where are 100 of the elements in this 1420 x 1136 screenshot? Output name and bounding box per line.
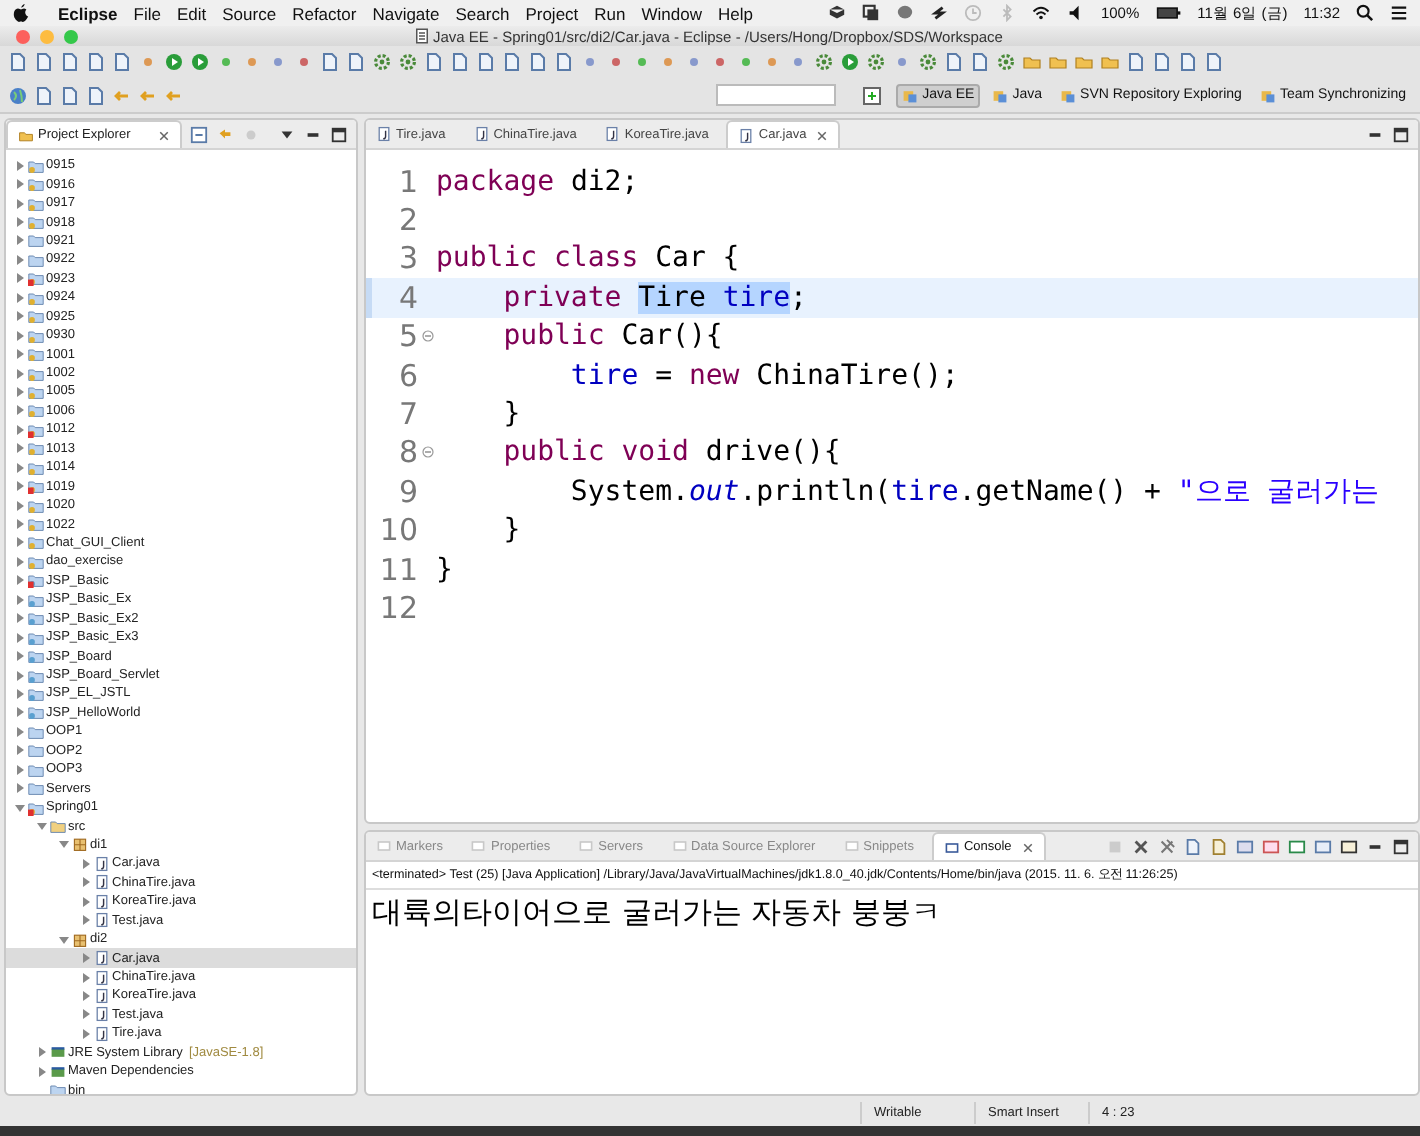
dot-icon[interactable]	[684, 52, 704, 72]
dot-icon[interactable]	[242, 52, 262, 72]
expand-arrow-icon[interactable]	[14, 499, 26, 512]
dot-icon[interactable]	[788, 52, 808, 72]
speaker-icon[interactable]	[1066, 4, 1085, 22]
expand-arrow-icon[interactable]	[14, 348, 26, 361]
clear-console-icon[interactable]	[1184, 837, 1202, 855]
open-perspective-icon[interactable]	[862, 85, 883, 105]
expand-arrow-icon[interactable]	[14, 650, 26, 663]
dot-icon[interactable]	[632, 52, 652, 72]
menu-item[interactable]: Navigate	[372, 3, 440, 23]
expand-arrow-icon[interactable]	[14, 234, 26, 247]
view-menu-icon[interactable]	[278, 125, 296, 143]
expand-arrow-icon[interactable]	[14, 367, 26, 380]
play-icon[interactable]	[164, 52, 184, 72]
dot-icon[interactable]	[580, 52, 600, 72]
expand-arrow-icon[interactable]	[58, 838, 70, 851]
search-icon[interactable]	[1356, 4, 1374, 22]
expand-arrow-icon[interactable]	[14, 329, 26, 342]
dot-icon[interactable]	[736, 52, 756, 72]
expand-arrow-icon[interactable]	[80, 876, 92, 889]
menu-item[interactable]: Window	[641, 3, 702, 23]
maximize-icon[interactable]	[330, 125, 348, 143]
dot-icon[interactable]	[710, 52, 730, 72]
arrow-icon[interactable]	[138, 85, 158, 105]
dot-icon[interactable]	[216, 52, 236, 72]
collapse-all-icon[interactable]	[190, 125, 209, 143]
menu-item[interactable]: Edit	[176, 3, 207, 23]
expand-arrow-icon[interactable]	[14, 631, 26, 644]
quick-access-field[interactable]	[716, 84, 837, 106]
expand-arrow-icon[interactable]	[14, 480, 26, 493]
expand-arrow-icon[interactable]	[14, 291, 26, 304]
expand-arrow-icon[interactable]	[14, 763, 26, 776]
dot-icon[interactable]	[138, 52, 158, 72]
expand-arrow-icon[interactable]	[80, 989, 92, 1002]
expand-arrow-icon[interactable]	[14, 725, 26, 738]
app-menu[interactable]: Eclipse	[58, 3, 118, 23]
expand-arrow-icon[interactable]	[14, 612, 26, 625]
expand-arrow-icon[interactable]	[80, 914, 92, 927]
expand-arrow-icon[interactable]	[80, 857, 92, 870]
expand-arrow-icon[interactable]	[14, 310, 26, 323]
expand-arrow-icon[interactable]	[14, 272, 26, 285]
arrow-icon[interactable]	[112, 85, 132, 105]
menu-item[interactable]: Project	[525, 3, 579, 23]
menu-item[interactable]: File	[133, 3, 161, 23]
close-icon[interactable]	[816, 129, 829, 141]
fold-icon[interactable]	[421, 446, 433, 459]
window-icon[interactable]	[1340, 837, 1358, 855]
expand-arrow-icon[interactable]	[14, 216, 26, 229]
play-icon[interactable]	[840, 52, 860, 72]
box-icon[interactable]	[828, 4, 847, 22]
menu-item[interactable]: Help	[718, 3, 753, 23]
close-icon[interactable]	[158, 129, 171, 141]
maximize-icon[interactable]	[1392, 837, 1410, 855]
expand-arrow-icon[interactable]	[14, 442, 26, 455]
expand-arrow-icon[interactable]	[14, 555, 26, 568]
expand-arrow-icon[interactable]	[14, 423, 26, 436]
expand-arrow-icon[interactable]	[14, 574, 26, 587]
link-icon[interactable]	[216, 125, 235, 143]
play-icon[interactable]	[190, 52, 210, 72]
list-icon[interactable]	[1390, 4, 1408, 22]
expand-arrow-icon[interactable]	[80, 895, 92, 908]
dot-icon[interactable]	[892, 52, 912, 72]
apple-icon[interactable]	[12, 2, 30, 24]
expand-arrow-icon[interactable]	[14, 159, 26, 172]
expand-arrow-icon[interactable]	[14, 178, 26, 191]
window-icon[interactable]	[862, 4, 881, 22]
expand-arrow-icon[interactable]	[14, 404, 26, 417]
expand-arrow-icon[interactable]	[36, 1065, 48, 1078]
expand-arrow-icon[interactable]	[80, 971, 92, 984]
close-icon[interactable]	[1021, 841, 1034, 853]
globe-icon[interactable]	[8, 85, 28, 105]
expand-arrow-icon[interactable]	[14, 253, 26, 266]
dot-icon[interactable]	[762, 52, 782, 72]
expand-arrow-icon[interactable]	[14, 687, 26, 700]
dot-icon[interactable]	[294, 52, 314, 72]
expand-arrow-icon[interactable]	[80, 1027, 92, 1040]
dot-icon[interactable]	[268, 52, 288, 72]
remove-all-icon[interactable]	[1158, 837, 1176, 855]
dot-icon[interactable]	[606, 52, 626, 72]
expand-arrow-icon[interactable]	[14, 593, 26, 606]
menu-item[interactable]: Search	[455, 3, 510, 23]
expand-arrow-icon[interactable]	[14, 801, 26, 814]
expand-arrow-icon[interactable]	[14, 197, 26, 210]
expand-arrow-icon[interactable]	[14, 744, 26, 757]
menu-item[interactable]: Refactor	[292, 3, 357, 23]
expand-arrow-icon[interactable]	[36, 820, 48, 833]
wifi-icon[interactable]	[1032, 4, 1051, 22]
fold-icon[interactable]	[421, 330, 433, 343]
new-console-icon[interactable]	[1314, 837, 1332, 855]
expand-arrow-icon[interactable]	[14, 706, 26, 719]
zoom-window-button[interactable]	[64, 29, 78, 43]
expand-arrow-icon[interactable]	[14, 782, 26, 795]
remove-icon[interactable]	[1132, 837, 1150, 855]
expand-arrow-icon[interactable]	[80, 952, 92, 965]
maximize-icon[interactable]	[1392, 125, 1410, 143]
battery-icon[interactable]	[1155, 4, 1182, 22]
close-window-button[interactable]	[16, 29, 30, 43]
arrow-icon[interactable]	[164, 85, 184, 105]
expand-arrow-icon[interactable]	[14, 669, 26, 682]
